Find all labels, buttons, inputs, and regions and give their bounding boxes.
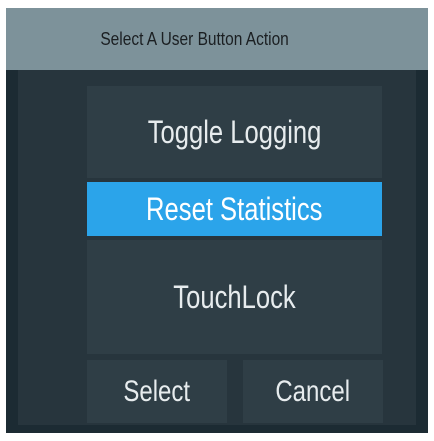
reset-statistics-label: Reset Statistics bbox=[146, 190, 323, 227]
reset-statistics-option[interactable]: Reset Statistics bbox=[87, 182, 382, 236]
dialog-content: Toggle Logging Reset Statistics TouchLoc… bbox=[18, 70, 416, 425]
screen: Select A User Button Action Toggle Loggi… bbox=[0, 0, 434, 441]
toggle-logging-label: Toggle Logging bbox=[147, 113, 322, 150]
select-button-label: Select bbox=[123, 374, 191, 408]
toggle-logging-option[interactable]: Toggle Logging bbox=[87, 86, 382, 178]
dialog-title: Select A User Button Action bbox=[100, 28, 290, 49]
touchlock-label: TouchLock bbox=[173, 278, 296, 315]
select-button[interactable]: Select bbox=[87, 360, 227, 423]
cancel-button[interactable]: Cancel bbox=[243, 360, 383, 423]
cancel-button-label: Cancel bbox=[275, 374, 351, 408]
dialog-title-bar: Select A User Button Action bbox=[6, 8, 428, 70]
touchlock-option[interactable]: TouchLock bbox=[87, 240, 382, 354]
user-button-action-dialog: Select A User Button Action Toggle Loggi… bbox=[6, 8, 428, 433]
